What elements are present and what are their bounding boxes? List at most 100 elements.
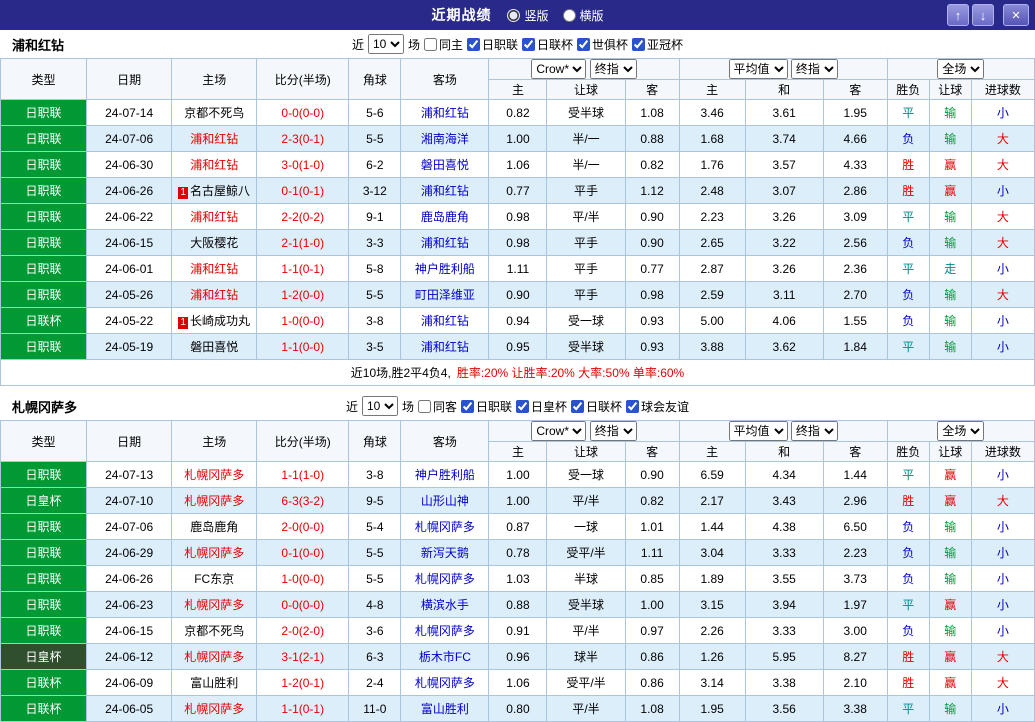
- away-team-link[interactable]: 栃木市FC: [400, 643, 490, 670]
- home-team-link[interactable]: 札幌冈萨多: [171, 591, 258, 618]
- score-link[interactable]: 0-1(0-0): [256, 539, 350, 566]
- view-mode-horizontal[interactable]: 横版: [562, 7, 604, 24]
- home-team-link[interactable]: FC东京: [171, 565, 258, 592]
- home-team-link[interactable]: 浦和红钻: [171, 203, 258, 230]
- league-type-cell: 日职联: [0, 513, 88, 540]
- scope-select[interactable]: 全场: [937, 59, 985, 79]
- away-team-link[interactable]: 横滨水手: [400, 591, 490, 618]
- score-link[interactable]: 1-2(0-1): [256, 669, 350, 696]
- league-filter-league-cup[interactable]: 日联杯: [522, 36, 573, 53]
- home-team-link[interactable]: 京都不死鸟: [171, 99, 258, 126]
- home-team-link[interactable]: 磐田喜悦: [171, 333, 258, 360]
- away-team-link[interactable]: 鹿岛鹿角: [400, 203, 490, 230]
- away-team-link[interactable]: 浦和红钻: [400, 177, 490, 204]
- home-team-link[interactable]: 札幌冈萨多: [171, 695, 258, 722]
- score-link[interactable]: 2-1(1-0): [256, 229, 350, 256]
- league-filter-club-wc[interactable]: 世俱杯: [577, 36, 628, 53]
- score-link[interactable]: 2-2(0-2): [256, 203, 350, 230]
- avg-time-select[interactable]: 终指: [790, 59, 838, 79]
- away-team-link[interactable]: 新泻天鹅: [400, 539, 490, 566]
- away-team-link[interactable]: 札幌冈萨多: [400, 617, 490, 644]
- away-team-link[interactable]: 浦和红钻: [400, 229, 490, 256]
- score-link[interactable]: 6-3(3-2): [256, 487, 350, 514]
- score-link[interactable]: 0-1(0-1): [256, 177, 350, 204]
- away-team-link[interactable]: 札幌冈萨多: [400, 565, 490, 592]
- score-link[interactable]: 1-1(0-1): [256, 255, 350, 282]
- home-team-link[interactable]: 大阪樱花: [171, 229, 258, 256]
- score-link[interactable]: 1-2(0-0): [256, 281, 350, 308]
- league-filter-emperor-cup[interactable]: 日皇杯: [516, 398, 567, 415]
- odds-time-select[interactable]: 终指: [589, 421, 637, 441]
- score-link[interactable]: 1-1(0-1): [256, 695, 350, 722]
- away-team-link[interactable]: 町田泽维亚: [400, 281, 490, 308]
- match-count-select[interactable]: 10: [367, 34, 404, 54]
- away-team-link[interactable]: 神户胜利船: [400, 255, 490, 282]
- league-checkbox[interactable]: [577, 37, 591, 51]
- score-link[interactable]: 2-0(2-0): [256, 617, 350, 644]
- horizontal-radio[interactable]: [562, 8, 576, 22]
- away-team-link[interactable]: 浦和红钻: [400, 99, 490, 126]
- score-link[interactable]: 1-0(0-0): [256, 565, 350, 592]
- league-filter-jleague[interactable]: 日职联: [460, 398, 512, 415]
- away-team-link[interactable]: 湘南海洋: [400, 125, 490, 152]
- away-team-link[interactable]: 神户胜利船: [400, 461, 490, 488]
- away-team-link[interactable]: 浦和红钻: [400, 333, 490, 360]
- score-link[interactable]: 2-3(0-1): [256, 125, 350, 152]
- odds-company-select[interactable]: Crow*: [531, 59, 587, 79]
- home-team-link[interactable]: 札幌冈萨多: [171, 643, 258, 670]
- home-team-link[interactable]: 浦和红钻: [171, 281, 258, 308]
- home-team-link[interactable]: 浦和红钻: [171, 255, 258, 282]
- away-team-link[interactable]: 札幌冈萨多: [400, 513, 490, 540]
- vertical-radio[interactable]: [507, 8, 521, 22]
- avg-odds-select[interactable]: 平均值: [728, 421, 788, 441]
- move-down-button[interactable]: ↓: [972, 4, 994, 26]
- league-checkbox[interactable]: [516, 399, 529, 413]
- score-link[interactable]: 2-0(0-0): [256, 513, 350, 540]
- close-button[interactable]: ×: [1003, 4, 1029, 26]
- league-filter-acl[interactable]: 亚冠杯: [632, 36, 683, 53]
- league-checkbox[interactable]: [522, 37, 535, 51]
- same-venue-filter[interactable]: 同主: [423, 36, 463, 53]
- odds-company-select[interactable]: Crow*: [531, 421, 587, 441]
- same-venue-checkbox[interactable]: [417, 399, 431, 413]
- home-team-link[interactable]: 富山胜利: [171, 669, 258, 696]
- match-count-select[interactable]: 10: [361, 396, 398, 416]
- away-team-link[interactable]: 浦和红钻: [400, 307, 490, 334]
- home-team-link[interactable]: 札幌冈萨多: [171, 539, 258, 566]
- move-up-button[interactable]: ↑: [947, 4, 969, 26]
- score-link[interactable]: 1-0(0-0): [256, 307, 350, 334]
- avg-odds-select[interactable]: 平均值: [728, 59, 788, 79]
- league-checkbox[interactable]: [571, 399, 585, 413]
- scope-select[interactable]: 全场: [937, 421, 985, 441]
- home-team-link[interactable]: 京都不死鸟: [171, 617, 258, 644]
- home-team-link[interactable]: 札幌冈萨多: [171, 487, 258, 514]
- score-link[interactable]: 1-1(1-0): [256, 461, 350, 488]
- score-link[interactable]: 3-0(1-0): [256, 151, 350, 178]
- league-checkbox[interactable]: [460, 399, 474, 413]
- league-filter-jleague[interactable]: 日职联: [466, 36, 518, 53]
- league-filter-league-cup[interactable]: 日联杯: [571, 398, 622, 415]
- score-link[interactable]: 1-1(0-0): [256, 333, 350, 360]
- away-team-link[interactable]: 富山胜利: [400, 695, 490, 722]
- score-link[interactable]: 0-0(0-0): [256, 591, 350, 618]
- home-team-link[interactable]: 浦和红钻: [171, 151, 258, 178]
- league-checkbox[interactable]: [466, 37, 480, 51]
- away-team-link[interactable]: 山形山神: [400, 487, 490, 514]
- score-link[interactable]: 0-0(0-0): [256, 99, 350, 126]
- league-checkbox[interactable]: [626, 399, 640, 413]
- home-team-link[interactable]: 鹿岛鹿角: [171, 513, 258, 540]
- away-team-link[interactable]: 札幌冈萨多: [400, 669, 490, 696]
- home-team-link[interactable]: 1 长崎成功丸: [171, 307, 258, 334]
- same-venue-filter[interactable]: 同客: [417, 398, 457, 415]
- view-mode-vertical[interactable]: 竖版: [507, 7, 549, 24]
- league-checkbox[interactable]: [632, 37, 646, 51]
- away-team-link[interactable]: 磐田喜悦: [400, 151, 490, 178]
- odds-time-select[interactable]: 终指: [589, 59, 637, 79]
- league-filter-friendly[interactable]: 球会友谊: [626, 398, 689, 415]
- same-venue-checkbox[interactable]: [423, 37, 437, 51]
- avg-time-select[interactable]: 终指: [790, 421, 838, 441]
- home-team-link[interactable]: 1 名古屋鲸八: [171, 177, 258, 204]
- home-team-link[interactable]: 浦和红钻: [171, 125, 258, 152]
- score-link[interactable]: 3-1(2-1): [256, 643, 350, 670]
- home-team-link[interactable]: 札幌冈萨多: [171, 461, 258, 488]
